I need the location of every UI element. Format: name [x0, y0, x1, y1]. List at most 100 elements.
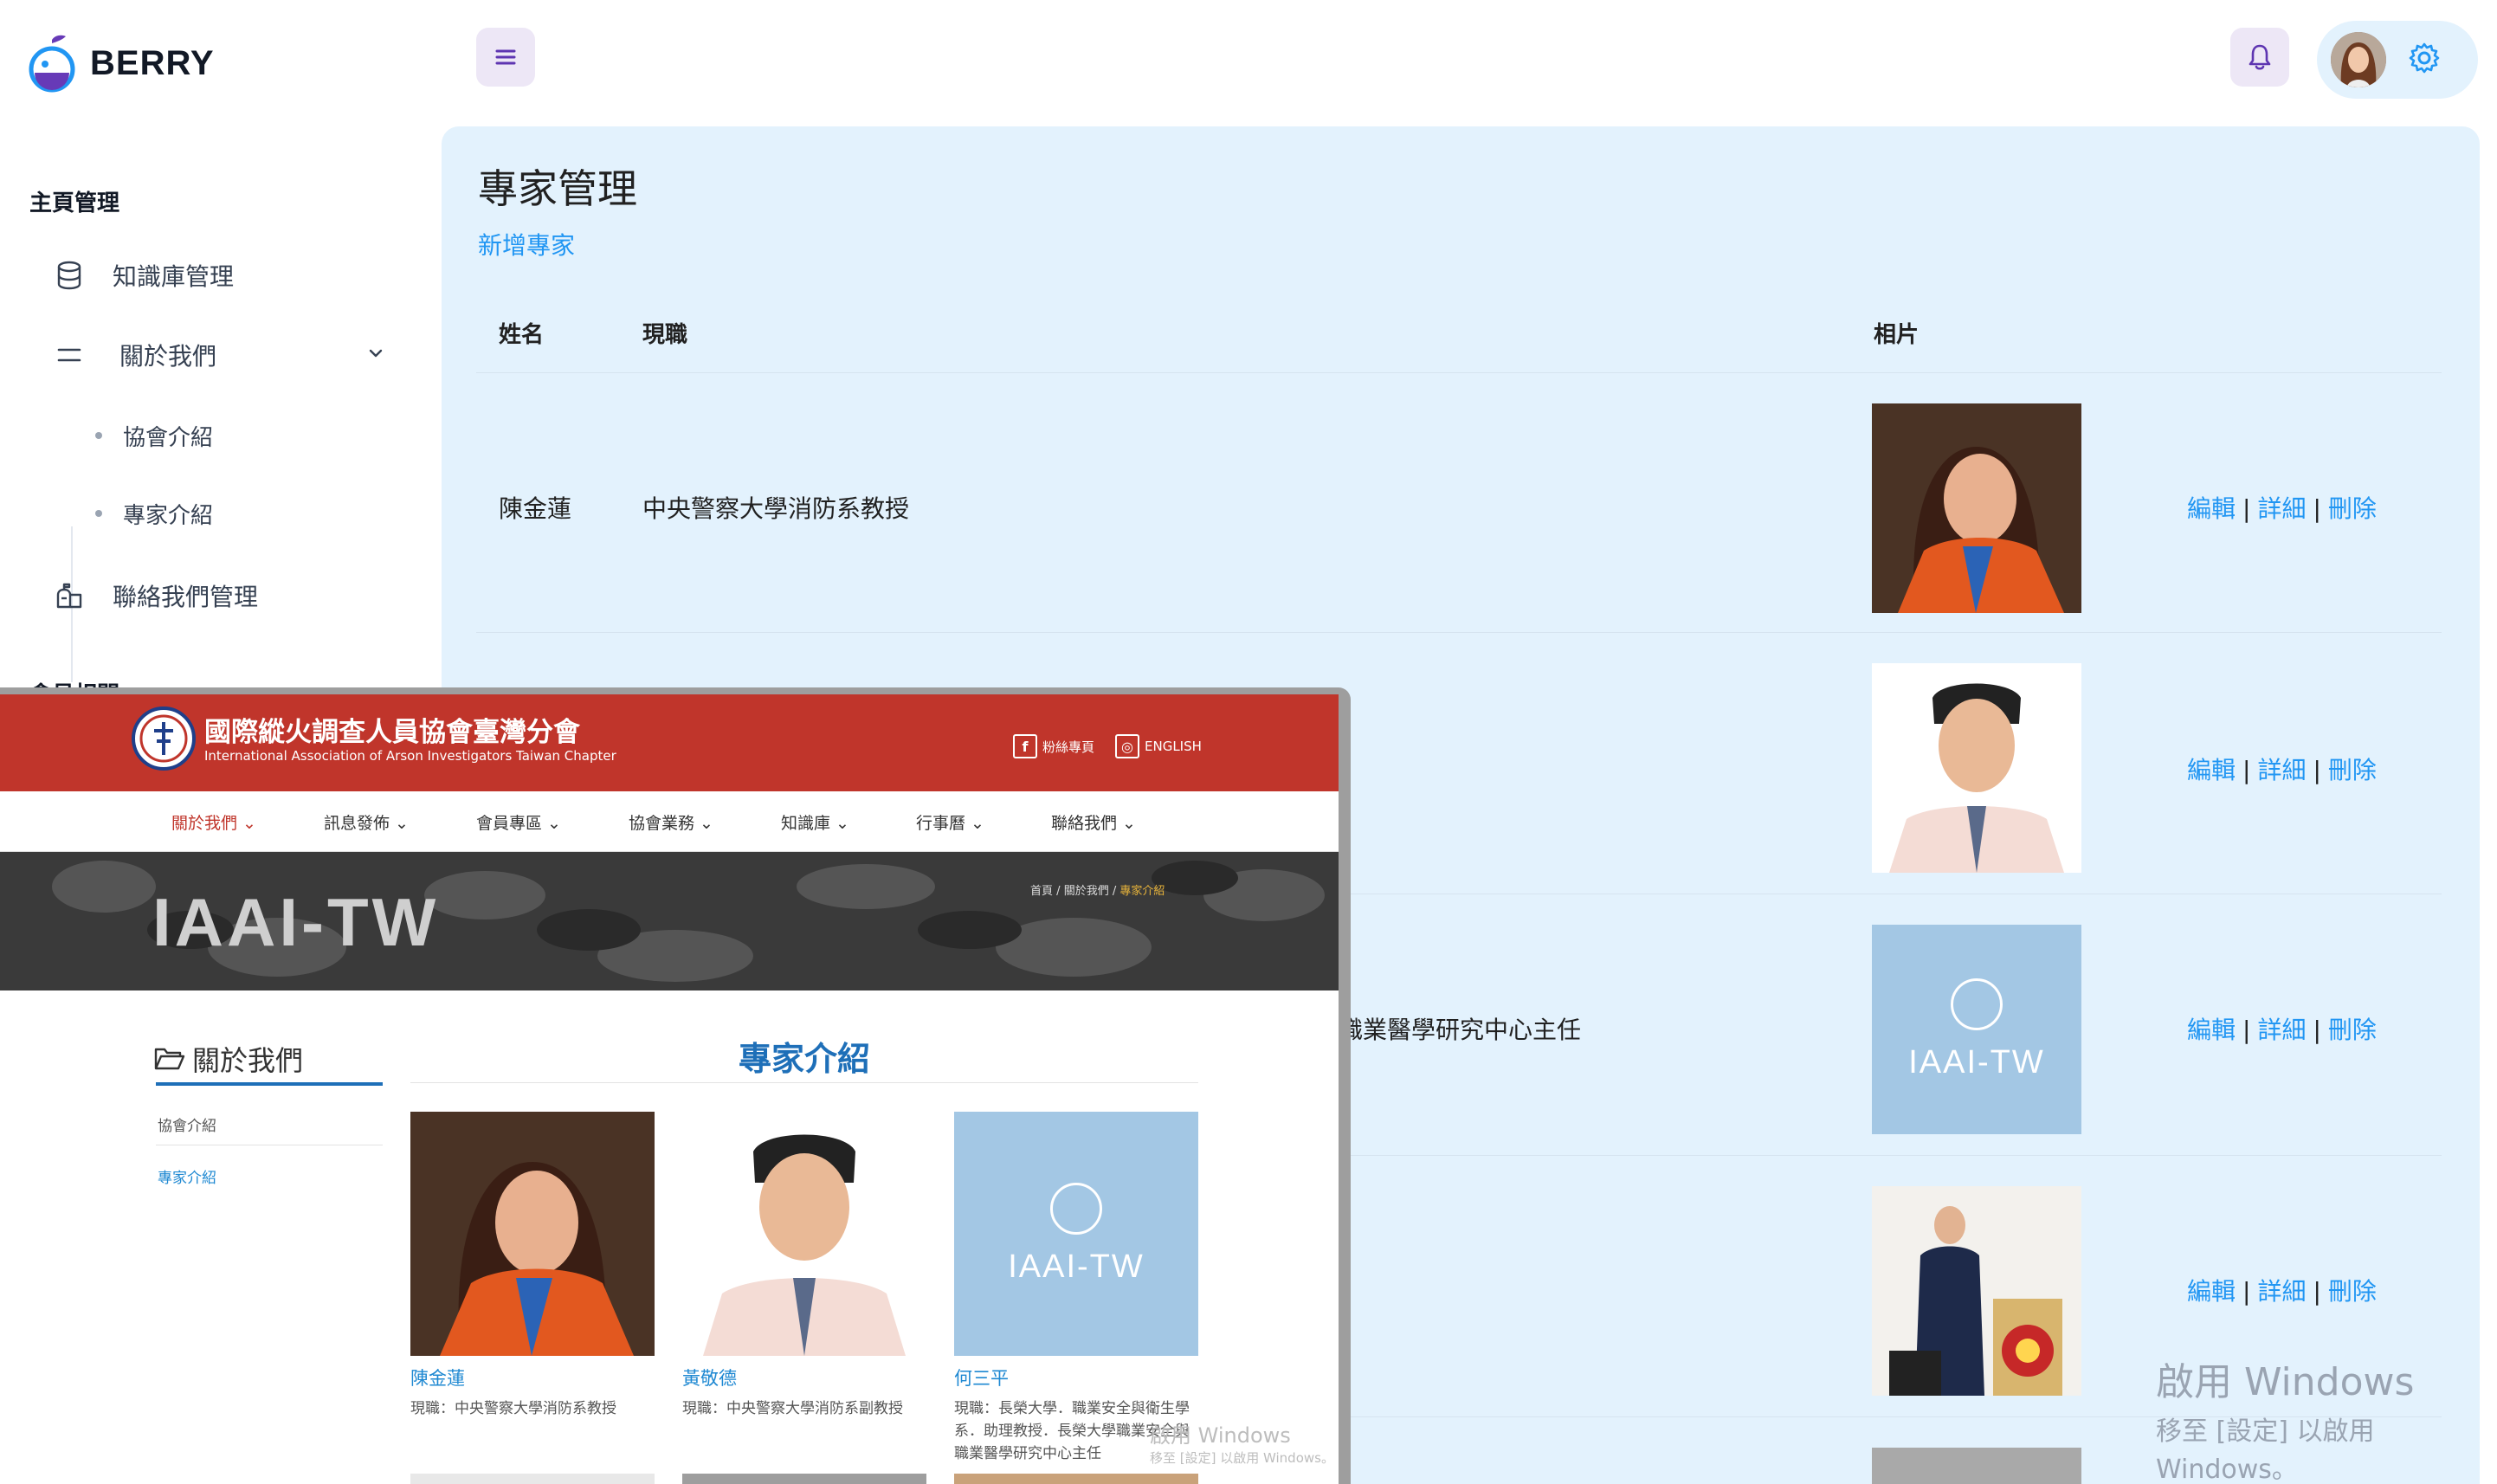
berry-logo[interactable]: BERRY [26, 26, 215, 100]
detail-link[interactable]: 詳細 [2257, 1016, 2306, 1044]
expert-position: 職業醫學研究中心主任 [1339, 1016, 1582, 1044]
section-title: 專家介紹 [738, 1040, 870, 1078]
side-link-association[interactable]: 協會介紹 [158, 1113, 216, 1135]
delete-link[interactable]: 刪除 [2328, 1277, 2377, 1306]
side-title-underline [156, 1082, 383, 1086]
menu-lines-icon [52, 338, 87, 372]
detail-link[interactable]: 詳細 [2257, 1277, 2306, 1306]
chevron-down-icon[interactable] [365, 341, 386, 370]
expert-card-job: 現職：中央警察大學消防系教授 [410, 1400, 616, 1417]
site-header: 國際縱火調查人員協會臺灣分會 International Association… [0, 694, 1339, 791]
sidebar-item-label: 聯絡我們管理 [113, 583, 259, 611]
expert-photo: IAAI-TW [1872, 925, 2081, 1134]
expert-card-photo [682, 1112, 926, 1356]
expert-card-name[interactable]: 陳金蓮 [410, 1365, 655, 1390]
section-divider [410, 1082, 1198, 1083]
nav-business[interactable]: 協會業務 ⌄ [629, 810, 713, 834]
banner-wordmark: IAAI-TW [152, 884, 440, 960]
notifications-button[interactable] [2230, 28, 2289, 87]
column-header-position: 現職 [642, 322, 688, 348]
nav-contact[interactable]: 聯絡我們 ⌄ [1051, 810, 1136, 834]
sidebar-item-about[interactable]: 關於我們 [35, 320, 398, 390]
row-divider [476, 632, 2442, 633]
add-expert-link[interactable]: 新增專家 [478, 227, 575, 261]
iaai-logo-icon [1951, 978, 2003, 1030]
sidebar-item-label: 關於我們 [119, 342, 217, 371]
nav-news[interactable]: 訊息發佈 ⌄ [324, 810, 409, 834]
detail-link[interactable]: 詳細 [2257, 756, 2306, 784]
sidebar-item-knowledge[interactable]: 知識庫管理 [35, 241, 398, 310]
berry-logo-icon [26, 33, 78, 94]
delete-link[interactable]: 刪除 [2328, 1016, 2377, 1044]
edit-link[interactable]: 編輯 [2187, 494, 2236, 523]
action-separator: | [2242, 1277, 2251, 1306]
breadcrumb-parent[interactable]: 關於我們 [1064, 885, 1109, 898]
sidebar-subitem-experts[interactable]: 專家介紹 [71, 483, 213, 544]
breadcrumb: 首頁 / 關於我們 / 專家介紹 [1030, 885, 1165, 898]
brand-name: BERRY [90, 43, 215, 82]
action-separator: | [2242, 494, 2251, 523]
profile-chip[interactable] [2317, 21, 2478, 99]
detail-link[interactable]: 詳細 [2257, 494, 2306, 523]
sidebar-subitem-label: 專家介紹 [123, 502, 214, 529]
facebook-icon: f [1013, 734, 1037, 758]
row-actions: 編輯 | 詳細 | 刪除 [2187, 490, 2377, 525]
expert-card[interactable]: 黃敬德 現職：中央警察大學消防系副教授 [682, 1112, 926, 1420]
watermark-line1: 啟用 Windows [1150, 1423, 1291, 1448]
watermark-line2: 移至 [設定] 以啟用 Windows。 [1150, 1450, 1334, 1466]
settings-icon[interactable] [2407, 41, 2442, 79]
iaai-seal-icon [132, 707, 196, 771]
logo-wordmark: IAAI-TW [1908, 1043, 2045, 1081]
toplink-label: ENGLISH [1145, 739, 1202, 754]
header-divider [476, 372, 2442, 373]
page-title: 專家管理 [478, 165, 637, 212]
watermark-line1: 啟用 Windows [2156, 1360, 2415, 1404]
row-actions: 編輯 | 詳細 | 刪除 [2187, 752, 2377, 786]
action-separator: | [2313, 494, 2321, 523]
column-header-photo: 相片 [1874, 322, 1920, 348]
delete-link[interactable]: 刪除 [2328, 494, 2377, 523]
expert-card-photo [410, 1112, 655, 1356]
nav-calendar[interactable]: 行事曆 ⌄ [916, 810, 984, 834]
column-header-name: 姓名 [499, 322, 545, 348]
sidebar-subitem-association[interactable]: 協會介紹 [71, 405, 213, 466]
site-nav: 關於我們 ⌄ 訊息發佈 ⌄ 會員專區 ⌄ 協會業務 ⌄ 知識庫 ⌄ 行事曆 ⌄ … [0, 791, 1339, 852]
expert-card-job: 現職：中央警察大學消防系副教授 [682, 1400, 903, 1417]
expert-card-name[interactable]: 黃敬德 [682, 1365, 926, 1390]
edit-link[interactable]: 編輯 [2187, 1277, 2236, 1306]
sidebar-item-contact[interactable]: 聯絡我們管理 [35, 561, 398, 630]
nav-knowledge[interactable]: 知識庫 ⌄ [781, 810, 849, 834]
row-actions: 編輯 | 詳細 | 刪除 [2187, 1011, 2377, 1046]
expert-card-photo: IAAI-TW [954, 1112, 1198, 1356]
website-preview-window: 國際縱火調查人員協會臺灣分會 International Association… [0, 687, 1351, 1484]
facebook-link[interactable]: f 粉絲專頁 [1013, 734, 1094, 758]
nav-members[interactable]: 會員專區 ⌄ [476, 810, 561, 834]
nav-about[interactable]: 關於我們 ⌄ [171, 810, 256, 834]
user-avatar [2331, 32, 2386, 87]
expert-card-name[interactable]: 何三平 [954, 1365, 1198, 1390]
folder-open-icon [154, 1048, 185, 1070]
english-link[interactable]: ◎ ENGLISH [1115, 734, 1202, 758]
toplink-label: 粉絲專頁 [1042, 739, 1095, 755]
expert-card-partial[interactable] [954, 1474, 1198, 1484]
windows-activation-watermark: 啟用 Windows 移至 [設定] 以啟用 Windows。 [2156, 1351, 2480, 1484]
expert-photo [1872, 1448, 2081, 1484]
sidebar-item-label: 知識庫管理 [113, 262, 235, 291]
expert-photo [1872, 1186, 2081, 1396]
bullet-icon [95, 510, 102, 517]
edit-link[interactable]: 編輯 [2187, 756, 2236, 784]
windows-activation-watermark: 啟用 Windows 移至 [設定] 以啟用 Windows。 [1150, 1418, 1334, 1467]
expert-card-partial[interactable] [410, 1474, 655, 1484]
expert-card[interactable]: 陳金蓮 現職：中央警察大學消防系教授 [410, 1112, 655, 1420]
expert-card[interactable]: IAAI-TW 何三平 現職：長榮大學．職業安全與衛生學系．助理教授．長榮大學職… [954, 1112, 1198, 1465]
breadcrumb-home[interactable]: 首頁 [1030, 885, 1053, 898]
edit-link[interactable]: 編輯 [2187, 1016, 2236, 1044]
site-banner: IAAI-TW 首頁 / 關於我們 / 專家介紹 [0, 852, 1339, 990]
expert-card-partial[interactable] [682, 1474, 926, 1484]
menu-toggle-button[interactable] [476, 28, 535, 87]
side-section-title: 關於我們 [154, 1039, 303, 1079]
top-bar: BERRY [0, 0, 2497, 126]
logo-wordmark: IAAI-TW [1008, 1248, 1145, 1285]
side-link-experts[interactable]: 專家介紹 [158, 1165, 216, 1187]
delete-link[interactable]: 刪除 [2328, 756, 2377, 784]
